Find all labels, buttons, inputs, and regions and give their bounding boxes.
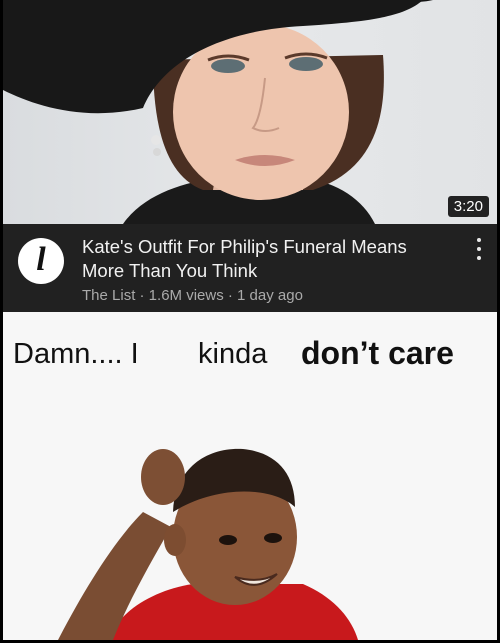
meme-caption-part1: Damn.... I bbox=[13, 338, 139, 370]
meme-caption-part3: don’t care bbox=[301, 335, 454, 371]
video-duration-badge: 3:20 bbox=[447, 196, 489, 217]
channel-avatar[interactable]: l bbox=[18, 238, 64, 284]
meme-panel: Damn.... I kinda don’t care bbox=[3, 312, 497, 640]
meme-caption-part2: kinda bbox=[198, 338, 268, 370]
video-card[interactable]: 3:20 l Kate's Outfit For Philip's Funera… bbox=[3, 0, 497, 312]
video-subline: The List · 1.6M views · 1 day ago bbox=[82, 287, 303, 304]
video-title[interactable]: Kate's Outfit For Philip's Funeral Means… bbox=[82, 235, 452, 283]
thumbnail-image bbox=[3, 0, 433, 224]
video-thumbnail[interactable]: 3:20 bbox=[3, 0, 497, 224]
more-vert-icon[interactable] bbox=[475, 238, 483, 260]
video-meta: l Kate's Outfit For Philip's Funeral Mea… bbox=[3, 224, 497, 312]
channel-logo-letter: l bbox=[36, 241, 46, 278]
